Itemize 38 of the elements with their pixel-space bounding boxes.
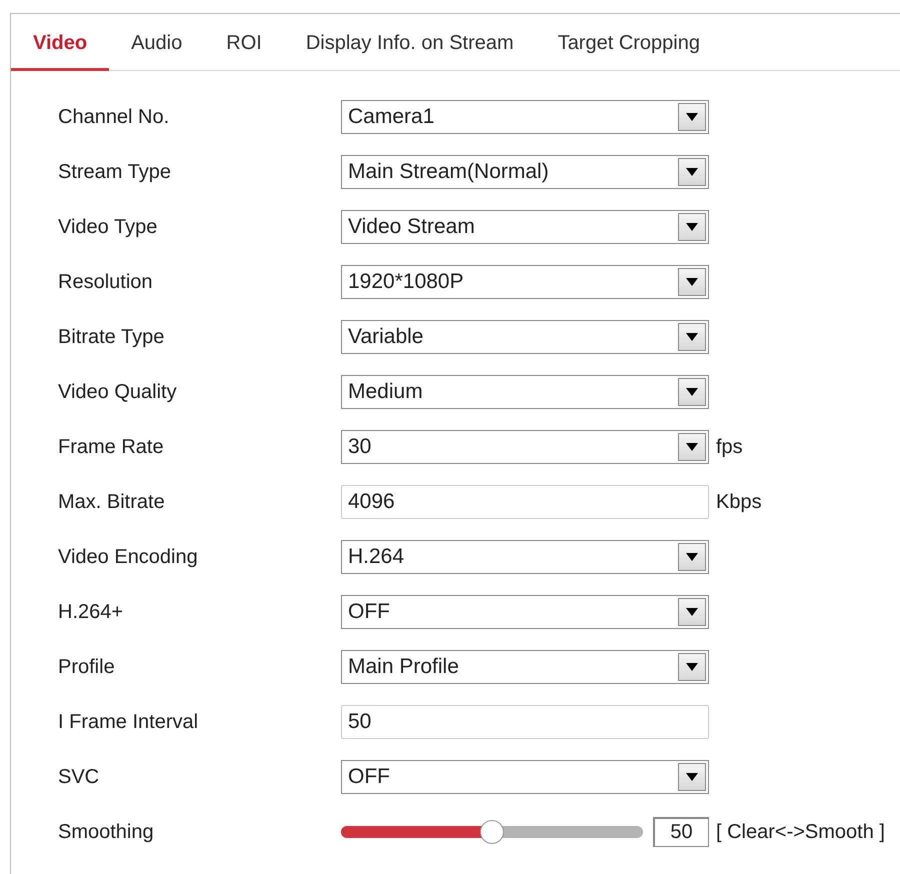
tab[interactable]: Display Info. on Stream (284, 14, 536, 71)
field-label: Stream Type (58, 160, 172, 184)
input-field[interactable]: 50 (341, 705, 709, 739)
dropdown[interactable]: Main Profile (341, 650, 709, 684)
field-label: Max. Bitrate (58, 490, 166, 514)
tab[interactable]: Target Cropping (536, 14, 722, 71)
dropdown[interactable]: Medium (341, 375, 709, 409)
dropdown[interactable]: Variable (341, 320, 709, 354)
unit-label: fps (716, 436, 744, 458)
input-field[interactable]: 4096 (341, 485, 709, 519)
dropdown[interactable]: 30 (341, 430, 709, 464)
dropdown[interactable]: Main Stream(Normal) (341, 155, 709, 189)
value-field[interactable]: 50 (653, 817, 709, 847)
field-label: I Frame Interval (58, 710, 200, 734)
field-label: Frame Rate (58, 436, 165, 458)
dropdown[interactable]: 1920*1080P (341, 265, 709, 299)
field-label: Smoothing (58, 820, 155, 844)
field-label: Video Type (58, 216, 158, 238)
field-label: Resolution (58, 270, 154, 294)
field-label: Profile (58, 656, 116, 678)
dropdown[interactable]: Video Stream (341, 210, 709, 244)
tab[interactable]: ROI (204, 14, 284, 71)
unit-label: Kbps (716, 490, 763, 514)
field-label: Channel No. (58, 106, 170, 128)
slider-thumb[interactable] (480, 820, 504, 844)
field-label: H.264+ (58, 600, 124, 624)
dropdown[interactable]: OFF (341, 760, 709, 794)
field-label: Video Quality (58, 380, 178, 404)
field-label: Video Encoding (58, 546, 199, 568)
field-label: Bitrate Type (58, 326, 166, 348)
dropdown[interactable]: Camera1 (341, 100, 709, 134)
field-label: SVC (58, 766, 100, 788)
slider[interactable] (341, 820, 643, 844)
dropdown[interactable]: OFF (341, 595, 709, 629)
dropdown[interactable]: H.264 (341, 540, 709, 574)
tab[interactable]: Video (11, 14, 110, 71)
tab[interactable]: Audio (109, 14, 204, 71)
unit-label: [ Clear<->Smooth ] (716, 820, 886, 844)
